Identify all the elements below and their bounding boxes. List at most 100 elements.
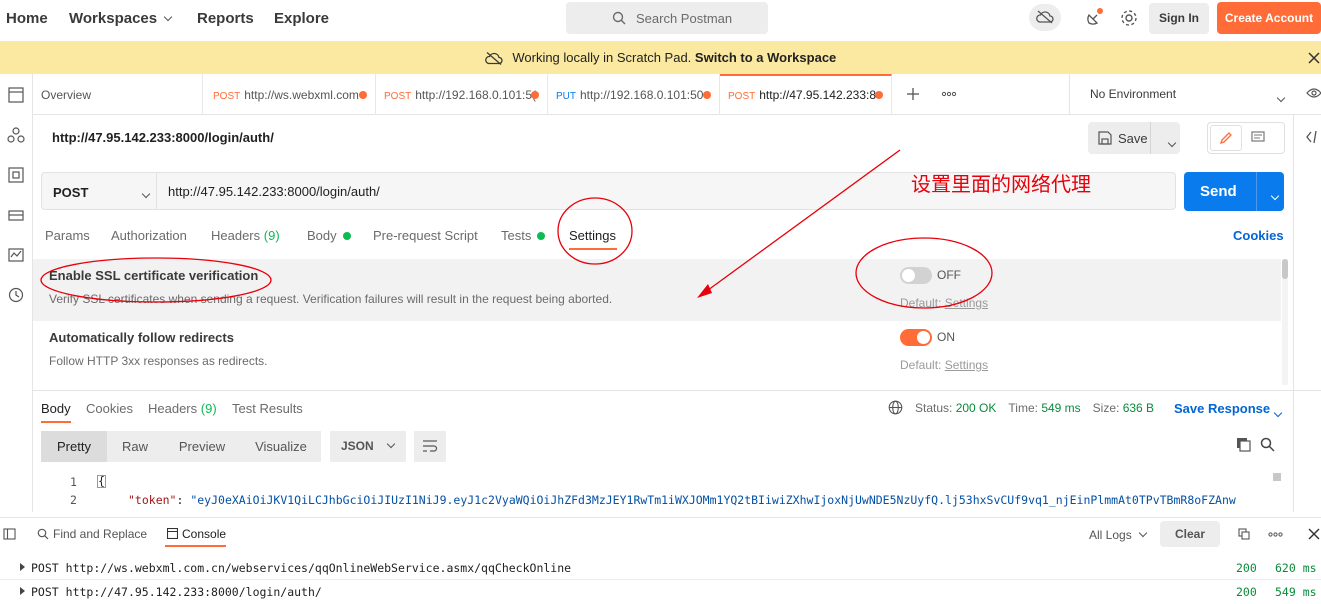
tab-settings[interactable]: Settings [569, 228, 616, 243]
clear-button[interactable]: Clear [1160, 521, 1220, 547]
tab-tests-label: Tests [501, 228, 532, 243]
tab-request[interactable]: PUT http://192.168.0.101:50 [548, 74, 720, 115]
view-visualize[interactable]: Visualize [241, 431, 321, 462]
eye-icon[interactable] [1306, 87, 1321, 99]
method-select[interactable]: POST [42, 173, 157, 209]
console-tab[interactable]: Console [182, 527, 226, 541]
active-tab-indicator [165, 545, 226, 547]
edit-button[interactable] [1210, 125, 1242, 151]
environment-select[interactable]: No Environment [1090, 87, 1176, 101]
size-value[interactable]: 636 B [1123, 401, 1154, 415]
tab-prerequest[interactable]: Pre-request Script [373, 228, 478, 243]
search-icon [612, 11, 626, 25]
settings-link[interactable]: Settings [945, 296, 988, 310]
history-icon[interactable] [7, 286, 25, 304]
scrollbar-thumb[interactable] [1282, 259, 1288, 279]
response-body[interactable]: 1 { 2 "token": "eyJ0eXAiOiJKV1QiLCJhbGci… [33, 470, 1283, 512]
toggle-state: ON [937, 330, 955, 344]
mock-servers-icon[interactable] [7, 206, 25, 224]
settings-link[interactable]: Settings [945, 358, 988, 372]
status-value[interactable]: 200 OK [956, 401, 997, 415]
view-raw[interactable]: Raw [107, 431, 163, 462]
nav-explore[interactable]: Explore [274, 10, 329, 27]
plus-icon[interactable] [906, 87, 920, 101]
wrap-lines-button[interactable] [414, 431, 446, 462]
cloud-sync-button[interactable] [1029, 4, 1061, 31]
sidebar-toggle-icon[interactable] [3, 528, 16, 540]
copy-icon[interactable] [1236, 437, 1251, 452]
chevron-down-icon[interactable] [1270, 191, 1280, 201]
chevron-down-icon[interactable] [1167, 138, 1177, 148]
expand-caret-icon[interactable] [20, 587, 25, 595]
tab-authorization[interactable]: Authorization [111, 228, 187, 243]
scrollbar-thumb[interactable] [1273, 473, 1281, 481]
monitors-icon[interactable] [7, 246, 25, 264]
tab-headers[interactable]: Headers (9) [211, 228, 280, 243]
log-url: http://ws.webxml.com.cn/webservices/qqOn… [65, 561, 572, 575]
redirects-toggle[interactable] [900, 329, 932, 346]
switch-workspace-link[interactable]: Switch to a Workspace [695, 50, 836, 65]
tab-request[interactable]: POST http://ws.webxml.com [205, 74, 376, 115]
collections-icon[interactable] [7, 86, 25, 104]
tab-tests[interactable]: Tests [501, 228, 546, 243]
tab-params[interactable]: Params [45, 228, 90, 243]
scrollbar[interactable] [1282, 259, 1288, 385]
format-select[interactable]: JSON [330, 431, 406, 462]
nav-home[interactable]: Home [6, 10, 48, 27]
unsaved-dot [359, 91, 367, 99]
tab-url: http://ws.webxml.com [244, 88, 359, 102]
apis-icon[interactable] [7, 126, 25, 144]
response-tab-cookies[interactable]: Cookies [86, 401, 133, 416]
more-icon[interactable] [941, 91, 957, 97]
save-response-button[interactable]: Save Response [1174, 401, 1270, 416]
satellite-button[interactable] [1084, 6, 1106, 28]
response-tab-headers[interactable]: Headers (9) [148, 401, 217, 416]
log-entry[interactable]: POST http://ws.webxml.com.cn/webservices… [0, 556, 1321, 580]
find-replace-tab[interactable]: Find and Replace [53, 527, 147, 541]
tab-body[interactable]: Body [307, 228, 351, 243]
search-icon[interactable] [1260, 437, 1275, 452]
cookies-link[interactable]: Cookies [1233, 228, 1284, 243]
view-preview[interactable]: Preview [163, 431, 241, 462]
nav-reports[interactable]: Reports [197, 10, 254, 27]
json-key: "token" [128, 493, 177, 507]
environments-icon[interactable] [7, 166, 25, 184]
globe-icon[interactable] [888, 400, 903, 415]
search-input[interactable]: Search Postman [566, 2, 768, 34]
response-tab-tests[interactable]: Test Results [232, 401, 303, 416]
more-icon[interactable] [1268, 532, 1283, 537]
view-pretty[interactable]: Pretty [41, 431, 107, 462]
chevron-down-icon [141, 189, 151, 199]
request-tab-bar: Overview POST http://ws.webxml.com POST ht… [33, 74, 1321, 115]
toggle-knob [917, 331, 930, 344]
active-tab-indicator [569, 248, 617, 250]
tab-overview[interactable]: Overview [33, 74, 203, 115]
tab-headers-label: Headers [148, 401, 198, 416]
time-value[interactable]: 549 ms [1041, 401, 1080, 415]
log-level-select[interactable]: All Logs [1089, 528, 1147, 542]
response-tab-body[interactable]: Body [41, 401, 71, 416]
chevron-down-icon[interactable] [1273, 408, 1283, 418]
log-method: POST [31, 561, 59, 575]
comment-icon[interactable] [1251, 131, 1265, 144]
create-account-button[interactable]: Create Account [1217, 2, 1321, 34]
tab-request[interactable]: POST http://192.168.0.101:5( [376, 74, 548, 115]
copy-icon[interactable] [1238, 528, 1250, 540]
sign-in-button[interactable]: Sign In [1149, 3, 1209, 34]
save-button[interactable]: Save [1088, 122, 1180, 154]
chevron-down-icon [163, 12, 173, 22]
log-entry[interactable]: POST http://47.95.142.233:8000/login/aut… [0, 580, 1321, 604]
code-line: "token": "eyJ0eXAiOiJKV1QiLCJhbGciOiJIUz… [128, 493, 1236, 507]
code-icon[interactable] [1306, 130, 1321, 144]
settings-button[interactable] [1119, 8, 1139, 28]
send-button[interactable]: Send [1184, 172, 1284, 211]
ssl-toggle[interactable] [900, 267, 932, 284]
url-input[interactable]: http://47.95.142.233:8000/login/auth/ [168, 184, 380, 199]
expand-caret-icon[interactable] [20, 563, 25, 571]
close-icon[interactable] [1308, 528, 1320, 540]
nav-workspaces[interactable]: Workspaces [69, 10, 173, 27]
tab-method: POST [384, 91, 412, 102]
tab-request-active[interactable]: POST http://47.95.142.233:8 [720, 74, 892, 115]
request-title[interactable]: http://47.95.142.233:8000/login/auth/ [52, 130, 274, 145]
close-icon[interactable] [1308, 52, 1320, 64]
